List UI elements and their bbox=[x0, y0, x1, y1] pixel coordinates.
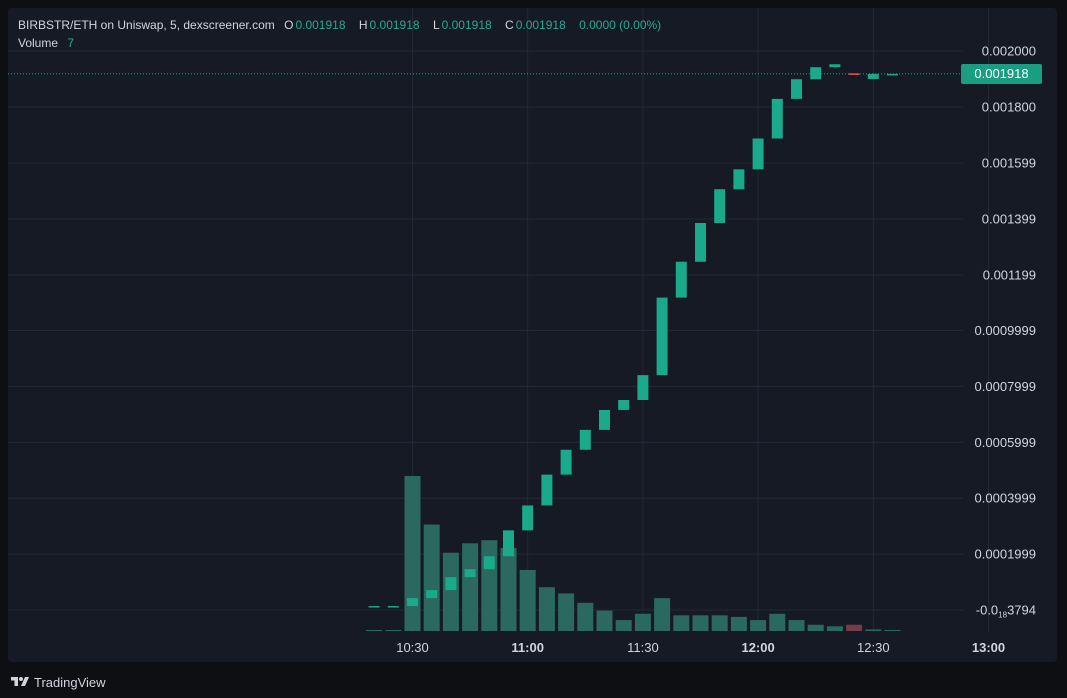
x-axis-tick-label: 11:00 bbox=[511, 640, 544, 655]
candle bbox=[733, 169, 745, 190]
candle bbox=[483, 556, 495, 570]
candle bbox=[579, 429, 591, 450]
candle bbox=[618, 400, 630, 410]
volume-bar bbox=[807, 624, 824, 631]
volume-bar bbox=[769, 613, 786, 631]
volume-bar bbox=[865, 629, 882, 631]
close-value: 0.001918 bbox=[515, 18, 566, 32]
volume-bar bbox=[730, 616, 747, 631]
high-label: H bbox=[358, 18, 368, 32]
candle bbox=[867, 73, 879, 79]
y-axis-tick-label: 0.0009999 bbox=[975, 323, 1036, 338]
volume-label[interactable]: Volume bbox=[18, 36, 58, 50]
candle bbox=[887, 73, 898, 76]
y-axis-tick-label: 0.0003999 bbox=[975, 491, 1036, 506]
y-axis-tick-label: 0.001800 bbox=[982, 99, 1036, 114]
volume-bar bbox=[404, 476, 421, 631]
x-axis-tick-label: 13:00 bbox=[972, 640, 1005, 655]
low-value: 0.001918 bbox=[441, 18, 492, 32]
chart-legend: BIRBSTR/ETH on Uniswap, 5, dexscreener.c… bbox=[18, 18, 671, 32]
x-axis: 10:30 11:00 11:30 12:00 12:30 13:00 bbox=[396, 640, 1005, 655]
footer: TradingView bbox=[10, 672, 106, 692]
low-label: L bbox=[432, 18, 440, 32]
volume-bar bbox=[711, 615, 728, 631]
candle bbox=[387, 606, 399, 608]
open-label: O bbox=[284, 18, 294, 32]
x-axis-tick-label: 12:00 bbox=[741, 640, 774, 655]
volume-bar bbox=[423, 524, 440, 631]
volume-bar bbox=[673, 615, 690, 631]
volume-bar bbox=[615, 620, 632, 631]
volume-bar bbox=[634, 613, 651, 631]
candles bbox=[368, 64, 898, 608]
volume-bar bbox=[884, 630, 901, 631]
candle bbox=[503, 530, 514, 557]
y-axis-tick-label: 0.0007999 bbox=[975, 379, 1036, 394]
candle bbox=[791, 79, 802, 99]
volume-bar bbox=[826, 626, 843, 631]
price-chart[interactable]: 0.002000 0.001800 0.001599 0.001399 0.001199… bbox=[8, 8, 1057, 662]
tradingview-brand[interactable]: TradingView bbox=[34, 675, 106, 690]
y-axis-tick-label: 0.0001999 bbox=[975, 547, 1036, 562]
candle bbox=[599, 409, 610, 430]
candle bbox=[407, 598, 418, 607]
candle bbox=[637, 375, 649, 401]
candle bbox=[714, 189, 726, 223]
y-axis-tick-label: -0.0183794 bbox=[976, 603, 1036, 620]
volume-bar bbox=[788, 620, 805, 631]
candle bbox=[752, 138, 764, 170]
current-price-tag: 0.001918 bbox=[961, 64, 1042, 84]
y-axis-tick-label: 0.002000 bbox=[982, 44, 1036, 59]
volume-bar bbox=[385, 630, 402, 631]
high-value: 0.001918 bbox=[369, 18, 420, 32]
close-label: C bbox=[505, 18, 514, 32]
volume-bar bbox=[519, 569, 536, 631]
volume-bar bbox=[846, 624, 863, 631]
open-value: 0.001918 bbox=[295, 18, 346, 32]
candle bbox=[368, 606, 380, 608]
volume-bar bbox=[558, 593, 575, 631]
chart-panel[interactable]: 0.002000 0.001800 0.001599 0.001399 0.001199… bbox=[8, 8, 1057, 662]
y-axis-tick-label: 0.001199 bbox=[983, 267, 1036, 282]
y-axis: 0.002000 0.001800 0.001599 0.001399 0.001199… bbox=[975, 44, 1036, 620]
volume-legend: Volume 7 bbox=[18, 36, 84, 50]
candle bbox=[829, 64, 841, 68]
symbol-title[interactable]: BIRBSTR/ETH on Uniswap, 5, dexscreener.c… bbox=[18, 18, 275, 32]
x-axis-tick-label: 11:30 bbox=[627, 640, 659, 655]
y-axis-tick-label: 0.001599 bbox=[982, 156, 1036, 171]
y-axis-tick-label: 0.001399 bbox=[982, 211, 1036, 226]
candle bbox=[771, 98, 783, 139]
candle bbox=[810, 67, 822, 80]
candle bbox=[522, 505, 534, 531]
candle bbox=[848, 73, 860, 75]
volume-bar bbox=[577, 602, 594, 631]
x-axis-tick-label: 12:30 bbox=[857, 640, 890, 655]
candle bbox=[675, 261, 687, 298]
candle bbox=[656, 297, 668, 376]
volume-bar bbox=[692, 615, 709, 631]
tradingview-logo-icon[interactable] bbox=[10, 675, 30, 689]
candle bbox=[560, 449, 572, 475]
change-value: 0.0000 (0.00%) bbox=[579, 18, 662, 32]
candle bbox=[426, 590, 438, 599]
candle bbox=[695, 222, 706, 262]
volume-bar bbox=[442, 552, 459, 631]
volume-bar bbox=[596, 610, 613, 631]
y-axis-tick-label: 0.0005999 bbox=[975, 435, 1036, 450]
volume-bar bbox=[481, 540, 498, 631]
volume-bar bbox=[366, 630, 383, 631]
volume-bar bbox=[538, 587, 555, 631]
volume-bar bbox=[500, 548, 517, 631]
volume-bar bbox=[750, 620, 767, 631]
volume-bar bbox=[654, 598, 671, 631]
volume-bars bbox=[366, 476, 901, 631]
candle bbox=[541, 474, 553, 506]
volume-bar bbox=[462, 543, 479, 631]
grid-lines bbox=[8, 8, 989, 632]
x-axis-tick-label: 10:30 bbox=[396, 640, 429, 655]
volume-value: 7 bbox=[67, 36, 75, 50]
candle bbox=[464, 569, 476, 578]
candle bbox=[445, 577, 457, 591]
